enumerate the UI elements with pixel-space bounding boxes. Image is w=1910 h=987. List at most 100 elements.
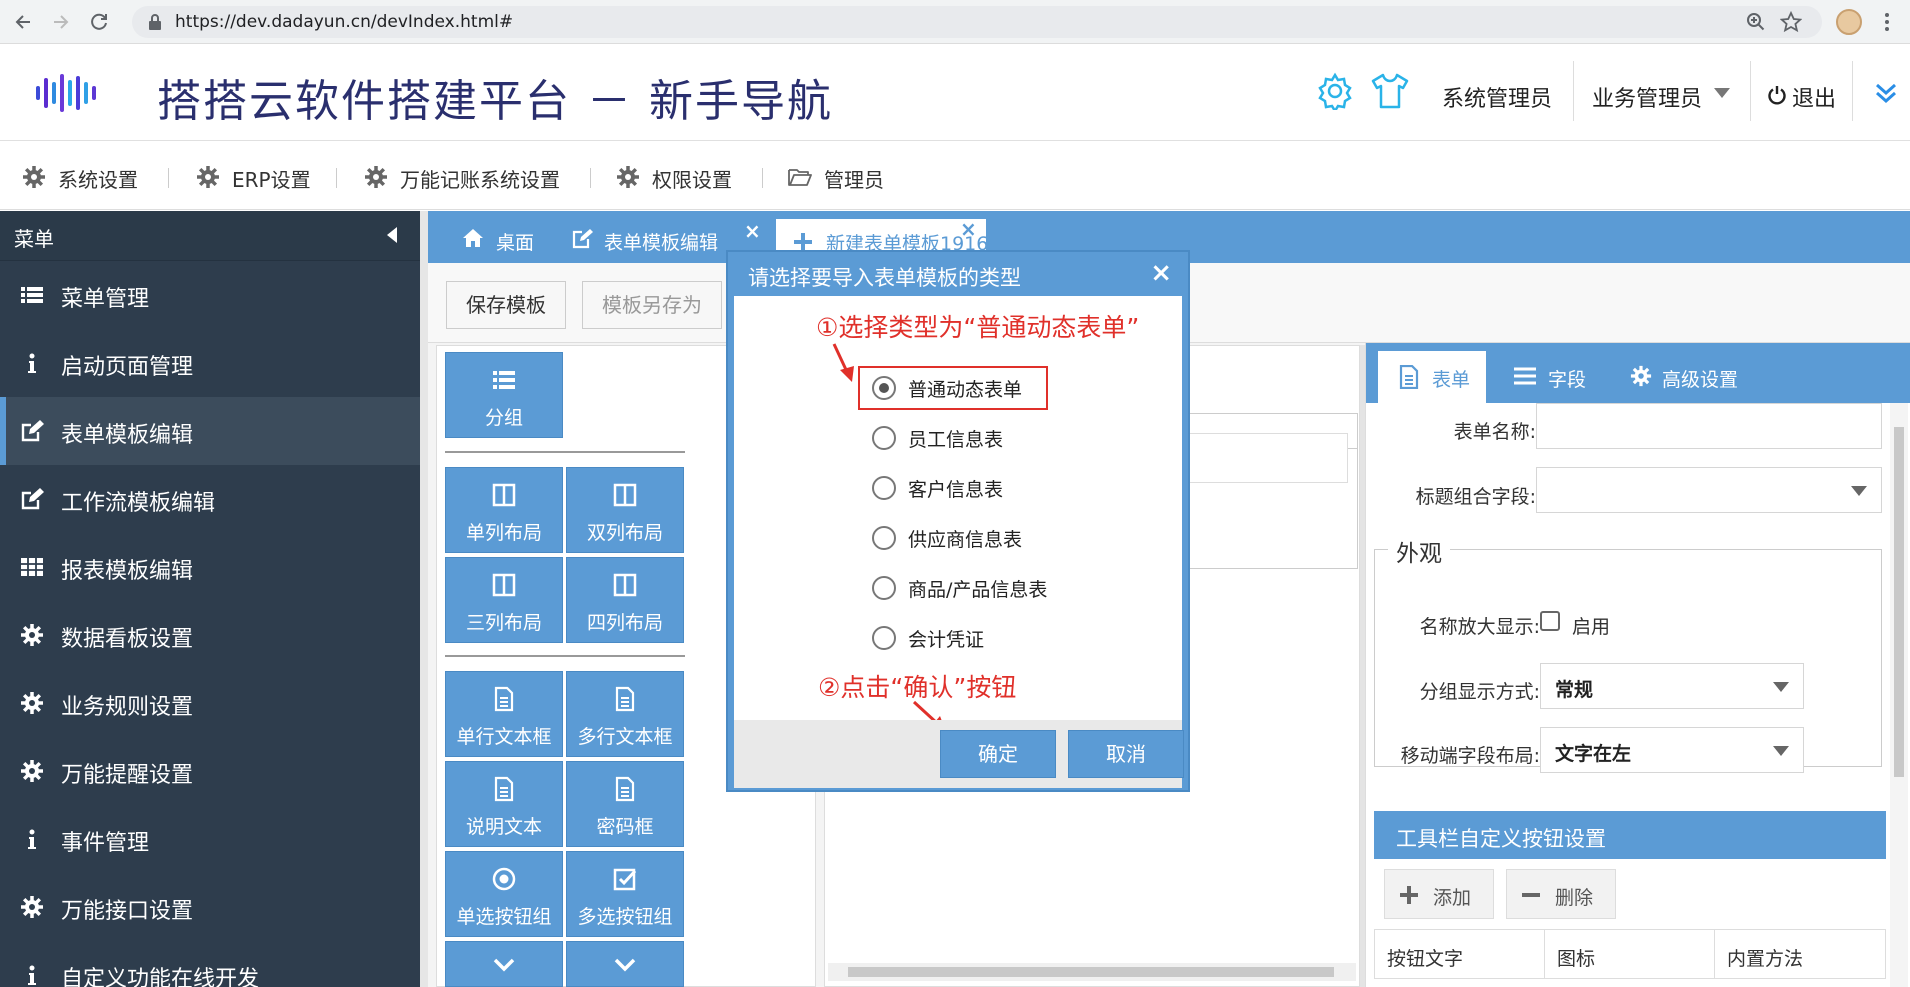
minus-icon <box>1522 893 1540 897</box>
dialog-title: 请选择要导入表单模板的类型 <box>748 266 1021 290</box>
sidebar-item-dashboard-settings[interactable]: 数据看板设置 <box>0 601 420 669</box>
palette-group[interactable]: 分组 <box>445 352 563 438</box>
business-role-dropdown[interactable]: 业务管理员 <box>1592 81 1702 113</box>
add-button[interactable]: 添加 <box>1384 869 1494 919</box>
sidebar-item-label: 业务规则设置 <box>61 695 194 720</box>
radio-icon <box>492 867 516 891</box>
tab-fields[interactable]: 字段 <box>1514 351 1614 403</box>
palette-multi-line-text[interactable]: 多行文本框 <box>566 671 684 757</box>
address-bar[interactable]: https://dev.dadayun.cn/devIndex.html# <box>132 6 1822 38</box>
settings-gear-icon[interactable] <box>1316 72 1354 110</box>
form-name-input[interactable] <box>1536 403 1882 449</box>
info-icon <box>28 829 36 849</box>
tab-label: 字段 <box>1548 369 1587 391</box>
profile-avatar[interactable] <box>1836 9 1862 35</box>
radio-button[interactable] <box>872 426 896 450</box>
list-icon <box>1514 367 1536 385</box>
bookmark-star-icon[interactable] <box>1780 11 1802 33</box>
palette-single-line-text[interactable]: 单行文本框 <box>445 671 563 757</box>
palette-single-column[interactable]: 单列布局 <box>445 467 563 553</box>
palette-label: 单列布局 <box>465 522 542 544</box>
sidebar-title: 菜单 <box>14 227 54 251</box>
enlarge-option-label: 启用 <box>1572 616 1611 638</box>
radio-button[interactable] <box>872 576 896 600</box>
sidebar-splitter[interactable] <box>420 211 428 987</box>
palette-triple-column[interactable]: 三列布局 <box>445 557 563 643</box>
sidebar-item-workflow-template-edit[interactable]: 工作流模板编辑 <box>0 465 420 533</box>
close-icon[interactable]: × <box>744 219 761 243</box>
caret-down-icon <box>1851 486 1867 496</box>
sidebar-item-business-rules[interactable]: 业务规则设置 <box>0 669 420 737</box>
sidebar-item-custom-dev[interactable]: 自定义功能在线开发 <box>0 941 420 987</box>
palette-label: 分组 <box>484 407 523 429</box>
sidebar-item-label: 工作流模板编辑 <box>61 491 216 516</box>
radio-button[interactable] <box>872 376 896 400</box>
save-as-button[interactable]: 模板另存为 <box>582 281 722 329</box>
palette-checkbox-group[interactable]: 多选按钮组 <box>566 851 684 937</box>
palette-label: 双列布局 <box>586 522 663 544</box>
scrollbar-thumb[interactable] <box>848 967 1334 977</box>
palette-more-left[interactable] <box>445 941 563 987</box>
sidebar-item-reminder-settings[interactable]: 万能提醒设置 <box>0 737 420 805</box>
radio-button[interactable] <box>872 526 896 550</box>
radio-button[interactable] <box>872 476 896 500</box>
zoom-icon[interactable] <box>1746 12 1766 32</box>
close-icon[interactable]: × <box>960 217 977 241</box>
browser-toolbar: https://dev.dadayun.cn/devIndex.html# <box>0 0 1910 44</box>
tab-form[interactable]: 表单 <box>1378 351 1486 403</box>
theme-shirt-icon[interactable] <box>1370 72 1410 110</box>
palette-more-right[interactable] <box>566 941 684 987</box>
property-panel: 表单 字段 高级设置 表单名称: 标题组合字段: 外观 名称放大显示: 启用 分… <box>1365 343 1910 987</box>
menu-divider <box>336 168 337 188</box>
horizontal-scrollbar[interactable] <box>828 963 1356 981</box>
save-template-button[interactable]: 保存模板 <box>446 281 566 329</box>
logout-link[interactable]: 退出 <box>1792 81 1836 113</box>
column-label: 内置方法 <box>1727 948 1804 970</box>
gear-icon <box>21 896 43 918</box>
back-icon[interactable] <box>12 11 34 33</box>
forward-icon[interactable] <box>50 11 72 33</box>
user-role[interactable]: 系统管理员 <box>1442 81 1552 113</box>
folder-open-icon <box>788 169 812 186</box>
browser-menu-icon[interactable] <box>1884 11 1890 33</box>
power-icon[interactable] <box>1767 85 1787 105</box>
double-chevron-down-icon[interactable] <box>1874 81 1898 105</box>
palette-description-text[interactable]: 说明文本 <box>445 761 563 847</box>
collapse-left-icon[interactable] <box>386 227 398 243</box>
canvas-input-placeholder <box>1178 433 1348 483</box>
mobile-layout-select[interactable]: 文字在左 <box>1540 727 1804 773</box>
scrollbar-thumb[interactable] <box>1894 427 1904 777</box>
toolbar-section-header: 工具栏自定义按钮设置 <box>1374 811 1886 859</box>
palette-radio-group[interactable]: 单选按钮组 <box>445 851 563 937</box>
enlarge-checkbox[interactable] <box>1540 611 1560 631</box>
sidebar-item-event-management[interactable]: 事件管理 <box>0 805 420 873</box>
sidebar-header: 菜单 <box>0 211 420 261</box>
vertical-scrollbar[interactable] <box>1890 403 1908 987</box>
page-title: 搭搭云软件搭建平台 － 新手导航 <box>157 76 833 127</box>
palette-label: 三列布局 <box>465 612 542 634</box>
palette-password[interactable]: 密码框 <box>566 761 684 847</box>
sidebar-item-report-template-edit[interactable]: 报表模板编辑 <box>0 533 420 601</box>
caret-down-icon[interactable] <box>1714 88 1730 98</box>
palette-double-column[interactable]: 双列布局 <box>566 467 684 553</box>
sidebar-item-api-settings[interactable]: 万能接口设置 <box>0 873 420 941</box>
sidebar-item-menu-management[interactable]: 菜单管理 <box>0 261 420 329</box>
document-icon <box>494 776 514 802</box>
tab-advanced-settings[interactable]: 高级设置 <box>1630 351 1790 403</box>
palette-quad-column[interactable]: 四列布局 <box>566 557 684 643</box>
close-icon[interactable]: × <box>1150 258 1172 288</box>
sidebar-item-form-template-edit[interactable]: 表单模板编辑 <box>0 397 420 465</box>
confirm-button[interactable]: 确定 <box>940 730 1056 778</box>
cancel-button[interactable]: 取消 <box>1068 730 1184 778</box>
reload-icon[interactable] <box>88 11 110 33</box>
menu-divider <box>168 168 169 188</box>
group-display-select[interactable]: 常规 <box>1540 663 1804 709</box>
sidebar-item-label: 事件管理 <box>61 831 150 856</box>
column-layout-icon <box>613 573 637 597</box>
sidebar-item-startup-page[interactable]: 启动页面管理 <box>0 329 420 397</box>
title-field-select[interactable] <box>1536 467 1882 513</box>
delete-button[interactable]: 删除 <box>1506 869 1616 919</box>
radio-button[interactable] <box>872 626 896 650</box>
app-header: 搭搭云软件搭建平台 － 新手导航 系统管理员 业务管理员 退出 <box>0 45 1910 141</box>
tab-desktop[interactable]: 桌面 <box>428 211 558 263</box>
